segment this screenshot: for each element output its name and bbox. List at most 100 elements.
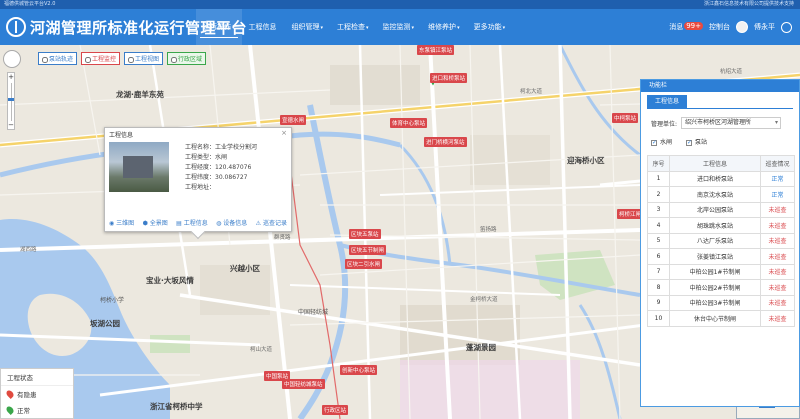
map-label: 蓬湖景园 <box>466 343 496 352</box>
filter-sluice[interactable]: 水闸 <box>651 137 672 146</box>
nav-item-monitoring[interactable]: 监控监测▾ <box>376 9 422 45</box>
user-name[interactable]: 傅永平 <box>754 22 775 32</box>
map-label: 兴越小区 <box>230 264 260 273</box>
nav-item-project-info[interactable]: 工程信息 <box>242 9 285 45</box>
layer-checkbox[interactable] <box>42 56 48 63</box>
station-marker[interactable]: 区块五节制闸 <box>349 245 387 255</box>
cell-no: 10 <box>647 310 670 327</box>
table-row[interactable]: 2 南京沈水泵站 正常 <box>647 186 795 203</box>
avatar[interactable] <box>736 21 748 33</box>
cell-no: 3 <box>647 201 670 218</box>
table-row[interactable]: 10 休台中心节制闸 未巡查 <box>647 310 795 327</box>
cell-no: 6 <box>647 248 670 265</box>
checkbox-icon[interactable] <box>686 139 692 146</box>
cell-no: 8 <box>647 279 670 296</box>
station-marker[interactable]: 宣德水闸 <box>280 115 307 125</box>
close-icon[interactable]: × <box>281 129 287 137</box>
table-body: 1 进口和桥泵站 正常 2 南京沈水泵站 正常 3 北岸公园泵站 未巡查 4 胡珠跳水泵站 未巡查 5 八… <box>647 170 795 327</box>
cell-no: 7 <box>647 263 670 280</box>
filter-label: 水闸 <box>660 139 673 146</box>
action-device-info[interactable]: ◍ 设备信息 <box>216 218 247 227</box>
zoom-slider-handle[interactable] <box>8 98 14 101</box>
table-row[interactable]: 9 中柏公园3#节制闸 未巡查 <box>647 294 795 311</box>
nav-item-operation[interactable]: 运行操作▾ <box>196 9 242 45</box>
col-status: 巡查情况 <box>760 155 795 172</box>
chevron-down-icon: ▾ <box>411 25 415 31</box>
nav-label: 更多功能 <box>473 23 502 31</box>
cell-status: 未巡查 <box>760 263 795 280</box>
station-marker[interactable]: 进口和桥泵站 <box>430 73 468 83</box>
cell-status: 正常 <box>760 170 795 187</box>
zoom-in-button[interactable]: + <box>8 73 14 81</box>
nav-item-inspection[interactable]: 工程检查▾ <box>330 9 376 45</box>
cell-name: 北岸公园泵站 <box>669 201 761 218</box>
messages-link[interactable]: 消息 99+ <box>669 22 703 32</box>
map-label: 坂湖公园 <box>90 319 120 328</box>
station-marker[interactable]: 行政区站 <box>322 405 349 415</box>
cell-status: 正常 <box>760 186 795 203</box>
zoom-track <box>11 83 12 121</box>
station-marker[interactable]: 进门桥横河泵站 <box>424 137 467 147</box>
cell-name: 八达厂乐泵站 <box>669 232 761 249</box>
platform-version: 福德供城管云平台V2.0 <box>4 1 56 7</box>
nav-item-more[interactable]: 更多功能▾ <box>467 9 513 45</box>
layer-checkbox[interactable] <box>128 56 135 63</box>
action-label: 全景图 <box>149 220 168 227</box>
station-marker[interactable]: 中柯泵站 <box>612 113 639 123</box>
nav-label: 监控监测 <box>382 23 411 31</box>
map-label: 浙江省柯桥中学 <box>150 402 203 411</box>
station-marker[interactable]: 区块二引水闸 <box>345 259 383 269</box>
filter-pump[interactable]: 泵站 <box>686 137 707 146</box>
app-header: 河湖管理所标准化运行管理平台 运行操作▾ 工程信息 组织管理▾ 工程检查▾ 监控… <box>0 9 800 45</box>
station-marker[interactable]: 区块五泵站 <box>349 229 381 239</box>
console-link[interactable]: 控制台 <box>709 22 730 32</box>
table-row[interactable]: 3 北岸公园泵站 未巡查 <box>647 201 795 218</box>
nav-item-maintenance[interactable]: 维修养护▾ <box>421 9 467 45</box>
zoom-control[interactable]: + − <box>7 72 15 130</box>
layer-toggle-monitoring[interactable]: 工程监控 <box>81 52 121 65</box>
zoom-out-button[interactable]: − <box>8 121 14 129</box>
layer-checkbox[interactable] <box>85 56 92 63</box>
table-row[interactable]: 6 张姜镇江泵站 未巡查 <box>647 248 795 265</box>
cell-name: 中柏公园3#节制闸 <box>669 294 761 311</box>
chevron-down-icon: ▾ <box>366 25 369 31</box>
station-marker[interactable]: 中国轻纺城泵站 <box>282 379 325 389</box>
nav-label: 维修养护 <box>428 23 457 31</box>
nav-item-organization[interactable]: 组织管理▾ <box>285 9 331 45</box>
green-pin-icon <box>5 405 15 415</box>
action-project-info[interactable]: ▤ 工程信息 <box>176 218 208 227</box>
nav-label: 运行操作 <box>203 23 231 31</box>
tab-project-info[interactable]: 工程信息 <box>647 95 687 108</box>
station-marker[interactable]: 东泵镇江泵站 <box>417 45 455 55</box>
table-row[interactable]: 5 八达厂乐泵站 未巡查 <box>647 232 795 249</box>
layer-checkbox[interactable] <box>171 56 178 63</box>
legend-label: 有隐患 <box>17 391 37 399</box>
road-label: 群贤路 <box>274 235 291 241</box>
layer-toggle-pump-track[interactable]: 泵站轨迹 <box>38 52 78 65</box>
table-row[interactable]: 4 胡珠跳水泵站 未巡查 <box>647 217 795 234</box>
table-row[interactable]: 1 进口和桥泵站 正常 <box>647 170 795 187</box>
layer-toggle-project-view[interactable]: 工程视图 <box>124 52 164 65</box>
compass-icon[interactable] <box>3 50 21 68</box>
header-right: 消息 99+ 控制台 傅永平 <box>669 9 800 45</box>
station-marker[interactable]: 创新中心泵站 <box>340 365 378 375</box>
cell-status: 未巡查 <box>760 217 795 234</box>
support-text: 浙江鑫石信息技术有限公司提供技术支持 <box>703 1 794 7</box>
cell-status: 未巡查 <box>760 294 795 311</box>
cell-name: 中柏公园2#节制闸 <box>669 279 761 296</box>
project-photo[interactable] <box>109 142 169 192</box>
action-inspection-log[interactable]: ⚠ 巡查记录 <box>256 218 287 227</box>
unit-select[interactable]: 绍兴市柯桥区河湖管理所 <box>681 117 782 129</box>
logout-icon[interactable] <box>781 21 792 33</box>
cell-status: 未巡查 <box>760 279 795 296</box>
layer-toggle-admin-area[interactable]: 行政区域 <box>167 52 207 65</box>
action-panorama[interactable]: ⬢ 全景图 <box>143 218 168 227</box>
table-row[interactable]: 8 中柏公园2#节制闸 未巡查 <box>647 279 795 296</box>
cell-status: 未巡查 <box>760 310 795 327</box>
action-3d-view[interactable]: ◉ 三维图 <box>109 218 134 227</box>
station-marker[interactable]: 体育中心泵站 <box>390 118 428 128</box>
type-filter: 水闸 泵站 <box>651 137 707 146</box>
checkbox-icon[interactable] <box>651 139 657 146</box>
cell-no: 2 <box>647 186 670 203</box>
table-row[interactable]: 7 中柏公园1#节制闸 未巡查 <box>647 263 795 280</box>
